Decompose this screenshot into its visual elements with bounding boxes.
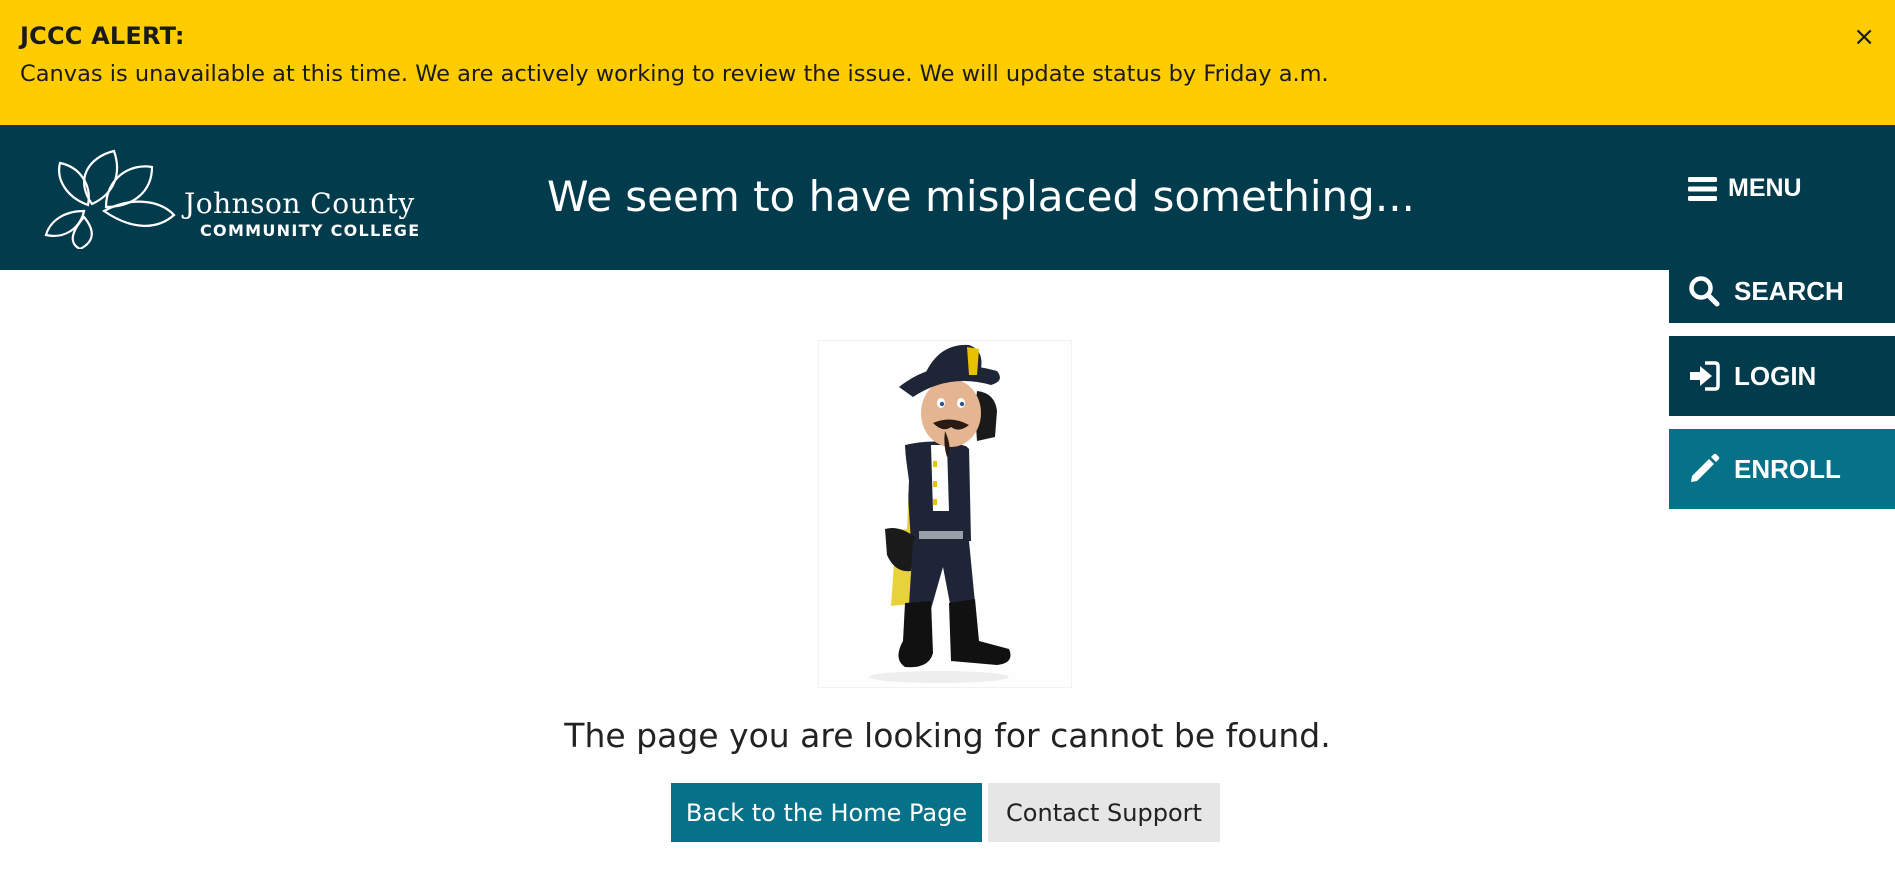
close-icon[interactable]: ×: [1853, 24, 1875, 50]
search-label: SEARCH: [1734, 275, 1844, 306]
logo-name: Johnson County: [184, 187, 415, 220]
page-title: We seem to have misplaced something...: [547, 172, 1415, 221]
home-page-button[interactable]: Back to the Home Page: [671, 783, 982, 842]
alert-banner: JCCC ALERT: Canvas is unavailable at thi…: [0, 0, 1895, 125]
enroll-label: ENROLL: [1734, 453, 1841, 484]
alert-title: JCCC ALERT:: [20, 22, 185, 50]
contact-support-button[interactable]: Contact Support: [988, 783, 1220, 842]
hamburger-icon: [1688, 176, 1717, 201]
menu-label: MENU: [1728, 174, 1802, 202]
logo-subtitle: COMMUNITY COLLEGE: [200, 221, 421, 240]
menu-button[interactable]: MENU: [1688, 174, 1802, 203]
search-icon: [1688, 275, 1724, 307]
logo-petals-icon: [44, 149, 176, 249]
pencil-icon: [1688, 453, 1724, 485]
mascot-image: [818, 340, 1072, 688]
search-button[interactable]: SEARCH: [1669, 270, 1895, 323]
enroll-button[interactable]: ENROLL: [1669, 429, 1895, 509]
mascot-figure: [869, 344, 1011, 683]
alert-message: Canvas is unavailable at this time. We a…: [20, 61, 1329, 87]
not-found-message: The page you are looking for cannot be f…: [564, 716, 1331, 755]
login-label: LOGIN: [1734, 360, 1817, 391]
sign-in-icon: [1688, 360, 1724, 392]
college-logo[interactable]: Johnson County COMMUNITY COLLEGE: [44, 149, 464, 249]
login-button[interactable]: LOGIN: [1669, 336, 1895, 416]
site-header: Johnson County COMMUNITY COLLEGE We seem…: [0, 125, 1895, 270]
